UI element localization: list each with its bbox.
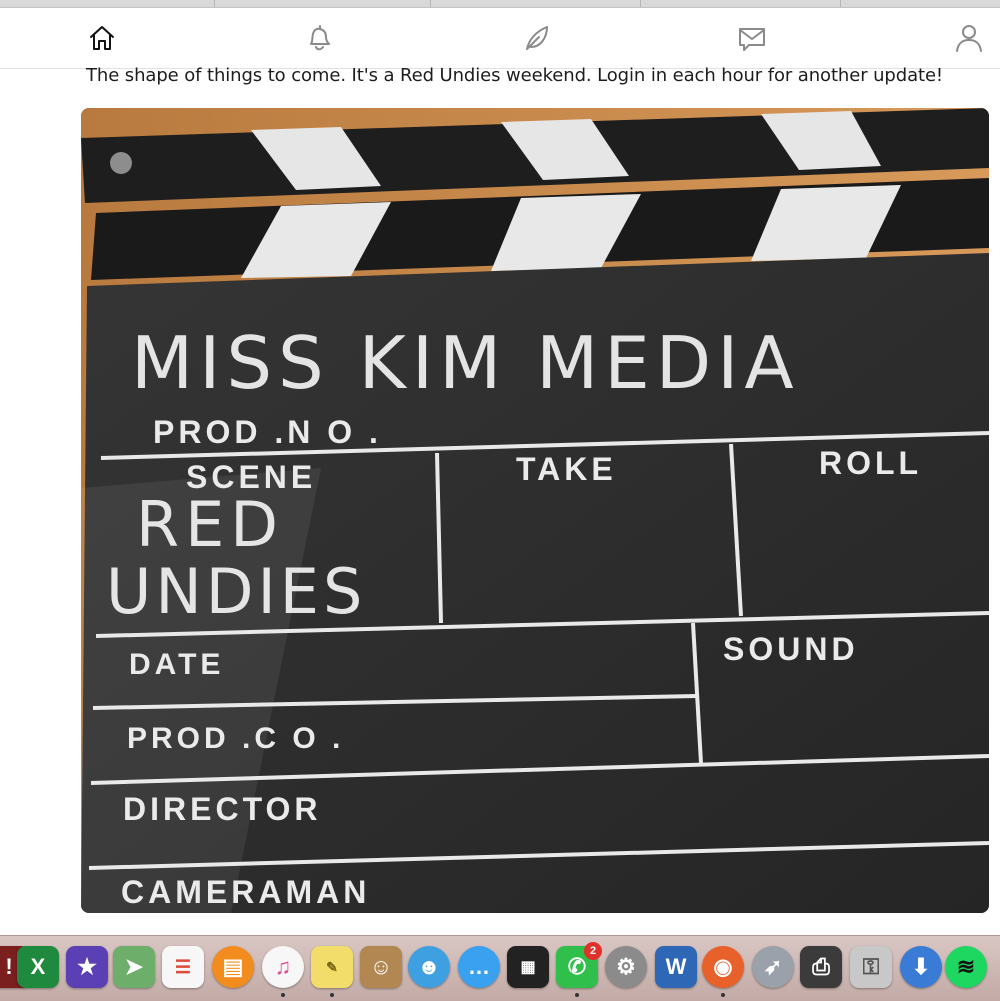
leaf-icon xyxy=(526,26,548,50)
nav-profile-button[interactable] xyxy=(947,18,991,58)
macos-dock: ! X ★ ➤ ☰ ▤ ♫ ✎ ☺ ☻ … ▦ ✆ 2 ⚙ W ◉ ➶ ⎙ ⚿ ⬇… xyxy=(0,935,1000,1001)
label-prod-co: PROD .C O . xyxy=(127,722,344,755)
reminders-icon[interactable]: ☰ xyxy=(162,946,204,988)
firefox-icon[interactable]: ◉ xyxy=(702,946,744,988)
downloader-icon[interactable]: ⬇ xyxy=(900,946,942,988)
system-preferences-icon[interactable]: ⚙ xyxy=(605,946,647,988)
post-photo[interactable]: PROD .N O . SCENE TAKE ROLL DATE SOUND P… xyxy=(81,108,989,913)
nav-home-button[interactable] xyxy=(80,18,124,58)
messages-badge: 2 xyxy=(584,942,602,960)
browser-tab-strip xyxy=(0,0,1000,8)
clapperboard-photo: PROD .N O . SCENE TAKE ROLL DATE SOUND P… xyxy=(81,108,989,913)
page-bottom-peek xyxy=(0,913,1000,935)
label-prod-no: PROD .N O . xyxy=(153,414,382,450)
itunes-icon[interactable]: ♫ xyxy=(262,946,304,988)
imovie-icon[interactable]: ★ xyxy=(66,946,108,988)
chalk-red: RED xyxy=(136,488,284,561)
spotify-icon[interactable]: ≋ xyxy=(945,946,987,988)
chalk-undies: UNDIES xyxy=(106,555,366,628)
messenger-icon[interactable]: ☻ xyxy=(408,946,450,988)
label-roll: ROLL xyxy=(819,445,922,481)
label-take: TAKE xyxy=(516,451,617,487)
excel-icon[interactable]: X xyxy=(17,946,59,988)
post-caption: The shape of things to come. It's a Red … xyxy=(86,65,944,86)
nav-notifications-button[interactable] xyxy=(297,18,341,58)
bell-icon xyxy=(310,25,330,51)
photo-booth-icon[interactable]: ▦ xyxy=(507,946,549,988)
chalk-miss-kim-media: MISS KIM MEDIA xyxy=(131,321,800,405)
label-cameraman: CAMERAMAN xyxy=(121,874,370,910)
contacts-icon[interactable]: ☺ xyxy=(360,946,402,988)
maps-icon[interactable]: ➤ xyxy=(113,946,155,988)
label-director: DIRECTOR xyxy=(123,791,322,827)
label-date: DATE xyxy=(129,648,224,681)
ibooks-icon[interactable]: ▤ xyxy=(212,946,254,988)
facetime-icon[interactable]: ✆ 2 xyxy=(556,942,602,988)
profile-icon xyxy=(956,25,982,52)
launchpad-icon[interactable]: ➶ xyxy=(752,946,794,988)
nav-leaf-button[interactable] xyxy=(514,18,558,58)
label-sound: SOUND xyxy=(723,631,859,667)
printer-icon[interactable]: ⎙ xyxy=(800,946,842,988)
nav-messages-button[interactable] xyxy=(730,18,774,58)
mail-icon xyxy=(739,28,765,51)
top-nav-bar xyxy=(0,8,1000,69)
word-icon[interactable]: W xyxy=(655,946,697,988)
messages-icon[interactable]: … xyxy=(458,946,500,988)
home-icon xyxy=(90,26,114,50)
keychain-icon[interactable]: ⚿ xyxy=(850,946,892,988)
stickies-icon[interactable]: ✎ xyxy=(311,946,353,988)
